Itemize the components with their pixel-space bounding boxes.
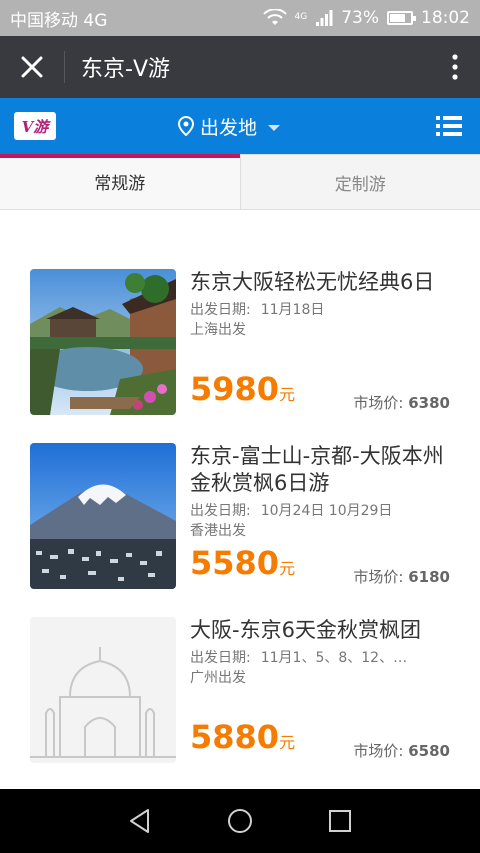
departure-label: 出发地 (200, 116, 258, 139)
departure-city: 广州出发 (190, 670, 246, 686)
wifi-icon (262, 9, 287, 25)
market-price: 市场价: 6580 (353, 740, 450, 761)
product-card[interactable]: 东京大阪轻松无忧经典6日 出发日期: 11月18日 上海出发 5980元 市场价:… (0, 269, 480, 417)
market-price-label: 市场价: (353, 568, 404, 586)
clock: 18:02 (421, 8, 470, 28)
departure-dates: 出发日期: 11月18日 (190, 300, 450, 320)
departure-dates: 出发日期: 11月1、5、8、12、1... (190, 648, 450, 668)
price: 5580元 (190, 543, 295, 589)
date-value: 10月24日 10月29日 (260, 503, 393, 519)
list-menu-icon[interactable] (436, 115, 462, 137)
price-row: 5980元 市场价: 6380 (190, 370, 450, 415)
product-card[interactable]: 大阪-东京6天金秋赏枫团 出发日期: 11月1、5、8、12、1... 广州出发 … (0, 617, 480, 765)
date-value: 11月1、5、8、12、1... (260, 650, 411, 666)
system-nav-bar (0, 789, 480, 853)
product-info: 东京大阪轻松无忧经典6日 出发日期: 11月18日 上海出发 5980元 市场价:… (190, 269, 450, 415)
battery-percent: 73% (341, 8, 379, 28)
network-type-label: 4G (294, 12, 308, 22)
price: 5980元 (190, 369, 295, 415)
status-bar: 中国移动 4G 4G 73% 18:02 (0, 0, 480, 36)
market-price-value: 6180 (408, 568, 450, 586)
departure-city: 香港出发 (190, 523, 246, 539)
price-value: 5580 (190, 544, 280, 582)
product-list: 东京大阪轻松无忧经典6日 出发日期: 11月18日 上海出发 5980元 市场价:… (0, 211, 480, 789)
market-price-value: 6580 (408, 742, 450, 760)
price-unit: 元 (279, 733, 296, 752)
price-row: 5580元 市场价: 6180 (190, 544, 450, 589)
back-icon[interactable] (120, 801, 160, 841)
home-icon[interactable] (220, 801, 260, 841)
tab-custom-tour[interactable]: 定制游 (240, 154, 480, 209)
status-icons: 4G 73% 18:02 (262, 8, 470, 28)
market-price-label: 市场价: (353, 742, 404, 760)
market-price-value: 6380 (408, 394, 450, 412)
price-unit: 元 (279, 559, 296, 578)
product-title[interactable]: 大阪-东京6天金秋赏枫团 (190, 617, 450, 644)
product-title[interactable]: 东京-富士山-京都-大阪本州金秋赏枫6日游 (190, 443, 450, 497)
date-label: 出发日期: (190, 650, 251, 666)
location-pin-icon (178, 116, 194, 136)
product-thumbnail-placeholder[interactable] (30, 617, 176, 763)
price-value: 5880 (190, 718, 280, 756)
departure-selector[interactable]: 出发地 (178, 98, 281, 154)
logo[interactable]: V游 (14, 112, 56, 140)
carrier-label: 中国移动 4G (10, 10, 108, 31)
product-info: 东京-富士山-京都-大阪本州金秋赏枫6日游 出发日期: 10月24日 10月29日… (190, 443, 450, 589)
market-price: 市场价: 6180 (353, 566, 450, 587)
caret-down-icon (268, 125, 281, 131)
product-info: 大阪-东京6天金秋赏枫团 出发日期: 11月1、5、8、12、1... 广州出发 … (190, 617, 450, 763)
more-options-icon[interactable] (430, 36, 480, 98)
signal-icon (316, 10, 333, 26)
tab-regular-tour[interactable]: 常规游 (0, 154, 241, 209)
price-value: 5980 (190, 370, 280, 408)
nav-bar: V游 出发地 (0, 98, 480, 154)
date-value: 11月18日 (260, 302, 325, 318)
market-price-label: 市场价: (353, 394, 404, 412)
battery-icon (387, 11, 416, 25)
product-thumbnail-village[interactable] (30, 269, 176, 415)
date-label: 出发日期: (190, 302, 251, 318)
recent-apps-icon[interactable] (320, 801, 360, 841)
product-title[interactable]: 东京大阪轻松无忧经典6日 (190, 269, 450, 296)
market-price: 市场价: 6380 (353, 392, 450, 413)
page-title: 东京-V游 (81, 57, 170, 82)
price: 5880元 (190, 717, 295, 763)
date-label: 出发日期: (190, 503, 251, 519)
price-unit: 元 (279, 385, 296, 404)
departure-city: 上海出发 (190, 322, 246, 338)
tab-bar: 常规游 定制游 (0, 154, 480, 210)
price-row: 5880元 市场价: 6580 (190, 718, 450, 763)
departure-dates: 出发日期: 10月24日 10月29日 (190, 501, 450, 521)
product-card[interactable]: 东京-富士山-京都-大阪本州金秋赏枫6日游 出发日期: 10月24日 10月29日… (0, 443, 480, 591)
title-bar: 东京-V游 (0, 36, 480, 98)
close-icon[interactable] (0, 36, 64, 98)
product-thumbnail-fuji[interactable] (30, 443, 176, 589)
logo-text: V游 (21, 117, 49, 136)
